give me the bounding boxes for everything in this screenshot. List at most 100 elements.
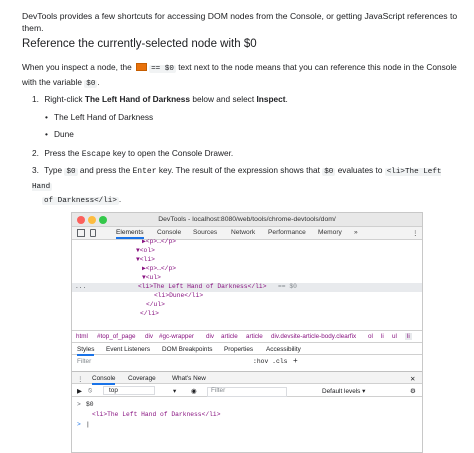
console-result-line[interactable]: <li>The Left Hand of Darkness</li>	[92, 411, 220, 418]
drawer-tab-whats-new[interactable]: What's New	[172, 375, 206, 382]
step-1: 1. Right-click The Left Hand of Darkness…	[32, 93, 288, 106]
step-3-code-dollar0-2: $0	[322, 168, 336, 176]
dom-node-p-collapsed[interactable]: ▶<p>…</p>	[142, 238, 176, 245]
clear-console-icon[interactable]: ⦸	[88, 387, 92, 395]
console-active-prompt-icon: >	[77, 421, 81, 428]
step-1-number: 1.	[32, 94, 39, 104]
inspect-element-icon[interactable]	[77, 229, 85, 237]
tab-properties[interactable]: Properties	[224, 346, 253, 353]
drawer-tabbar: ⋮ Console Coverage What's New ✕	[72, 371, 422, 385]
p1-code-var: $0	[84, 79, 98, 88]
drawer-tab-coverage[interactable]: Coverage	[128, 375, 156, 382]
p1-code-dollar0: == $0	[149, 65, 176, 73]
crumb-top-of-page[interactable]: #top_of_page	[97, 333, 136, 340]
console-toolbar: ▶ ⦸ top ▾ ◉ Filter Default levels ▾ ⚙	[72, 384, 422, 397]
devtools-menu-icon[interactable]: ⋮	[412, 229, 419, 237]
step-3-number: 3.	[32, 165, 39, 175]
crumb-div-2[interactable]: div	[206, 333, 214, 340]
crumb-html[interactable]: html	[76, 333, 88, 340]
context-label: top	[109, 387, 118, 394]
window-title: DevTools - localhost:8080/web/tools/chro…	[158, 216, 336, 223]
escape-key-label: Escape	[81, 150, 111, 159]
dom-node-selected-row[interactable]: ... <li>The Left Hand of Darkness</li> =…	[72, 283, 422, 292]
p1-text-end: .	[97, 76, 100, 87]
step-1-inspect: Inspect	[256, 94, 286, 104]
crumb-li-active[interactable]: li	[405, 333, 412, 340]
tab-sources[interactable]: Sources	[193, 229, 217, 236]
tab-accessibility[interactable]: Accessibility	[266, 346, 301, 353]
crumb-ol[interactable]: ol	[368, 333, 373, 340]
dom-node-li[interactable]: ▼<li>	[136, 256, 155, 263]
step-2: 2. Press the Escape key to open the Cons…	[32, 147, 233, 162]
documentation-page: DevTools provides a few shortcuts for ac…	[0, 0, 474, 453]
step-1-text-mid: below and select	[192, 94, 255, 104]
crumb-ul[interactable]: ul	[392, 333, 397, 340]
step-2-text-pre: Press the	[44, 148, 80, 158]
enter-key-label: Enter	[132, 167, 157, 176]
dom-node-ul[interactable]: ▼<ul>	[142, 274, 161, 281]
step-3-text-pre: Type	[44, 165, 63, 175]
step-3: 3. Type $0 and press the Enter key. The …	[32, 164, 462, 208]
step-2-text-end: key to open the Console Drawer.	[112, 148, 234, 158]
tab-performance[interactable]: Performance	[268, 229, 306, 236]
context-dropdown-icon[interactable]: ▾	[173, 387, 176, 395]
step-1-book-title: The Left Hand of Darkness	[84, 94, 191, 104]
dom-node-ul-close[interactable]: </ul>	[146, 301, 165, 308]
step-3-end: .	[118, 194, 122, 204]
step-1-text-pre: Right-click	[44, 94, 83, 104]
step-2-number: 2.	[32, 148, 39, 158]
new-style-rule-button[interactable]: +	[293, 356, 298, 365]
hov-cls-toggle[interactable]: :hov .cls	[253, 358, 288, 365]
crumb-article-2[interactable]: article	[246, 333, 263, 340]
console-input-line: $0	[86, 401, 94, 408]
console-sidebar-icon[interactable]: ▶	[77, 387, 82, 395]
crumb-article-body[interactable]: div.devsite-article-body.clearfix	[271, 333, 356, 340]
step-3-code-dollar0: $0	[64, 168, 78, 176]
dom-gutter-dots: ...	[75, 283, 87, 290]
crumb-article[interactable]: article	[221, 333, 238, 340]
breadcrumb: html #top_of_page div #gc-wrapper div ar…	[72, 330, 422, 342]
console-input-field[interactable]: |	[86, 421, 90, 428]
dom-node-li-close[interactable]: </li>	[140, 310, 159, 317]
devtools-tabbar: Elements Console Sources Network Perform…	[72, 227, 422, 240]
devtools-window: DevTools - localhost:8080/web/tools/chro…	[71, 212, 423, 453]
tab-event-listeners[interactable]: Event Listeners	[106, 346, 150, 353]
book-item-dune[interactable]: Dune	[45, 128, 74, 141]
tab-dom-breakpoints[interactable]: DOM Breakpoints	[162, 346, 212, 353]
log-levels-dropdown[interactable]: Default levels ▾	[322, 387, 365, 395]
p1-text-pre: When you inspect a node, the	[22, 62, 132, 72]
tab-network[interactable]: Network	[231, 229, 255, 236]
dollar0-marker: == $0	[278, 283, 297, 290]
crumb-gc-wrapper[interactable]: #gc-wrapper	[159, 333, 194, 340]
console-prompt-icon: >	[77, 401, 81, 408]
console-filter-placeholder: Filter	[211, 387, 226, 394]
step-3-text-mid: and press the	[79, 165, 131, 175]
tab-console[interactable]: Console	[157, 229, 181, 236]
drawer-menu-icon[interactable]: ⋮	[77, 375, 83, 383]
step-3-text-mid2: key. The result of the expression shows …	[158, 165, 320, 175]
tab-memory[interactable]: Memory	[318, 229, 342, 236]
book-item-left-hand[interactable]: The Left Hand of Darkness	[45, 111, 153, 124]
selected-node-badge-icon	[136, 63, 148, 71]
crumb-div[interactable]: div	[145, 333, 153, 340]
dom-node-left-hand[interactable]: <li>The Left Hand of Darkness</li>	[138, 283, 266, 290]
more-tabs-button[interactable]: »	[354, 229, 358, 236]
live-expression-icon[interactable]: ◉	[191, 387, 197, 395]
explanation-paragraph: When you inspect a node, the == $0 text …	[22, 61, 462, 90]
tab-elements[interactable]: Elements	[116, 229, 144, 239]
device-toolbar-icon[interactable]	[90, 229, 96, 237]
styles-filter-input[interactable]: Filter	[77, 358, 91, 365]
styles-filter-row: Filter :hov .cls +	[72, 355, 422, 368]
dom-node-dune[interactable]: <li>Dune</li>	[154, 292, 203, 299]
drawer-close-icon[interactable]: ✕	[410, 375, 415, 383]
sidebar-pane-tabs: Styles Event Listeners DOM Breakpoints P…	[72, 342, 422, 356]
dom-tree: ▶<p>…</p> ▼<ol> ▼<li> ▶<p>…</p> ▼<ul> ..…	[72, 238, 422, 329]
console-settings-icon[interactable]: ⚙	[410, 387, 416, 395]
step-3-code-result-b: of Darkness</li>	[42, 197, 119, 205]
section-heading: Reference the currently-selected node wi…	[22, 38, 257, 50]
dom-node-ol[interactable]: ▼<ol>	[136, 247, 155, 254]
step-1-end: .	[285, 94, 288, 104]
crumb-li[interactable]: li	[381, 333, 384, 340]
dom-node-p-collapsed-2[interactable]: ▶<p>…</p>	[142, 265, 176, 272]
window-titlebar: DevTools - localhost:8080/web/tools/chro…	[72, 213, 422, 227]
